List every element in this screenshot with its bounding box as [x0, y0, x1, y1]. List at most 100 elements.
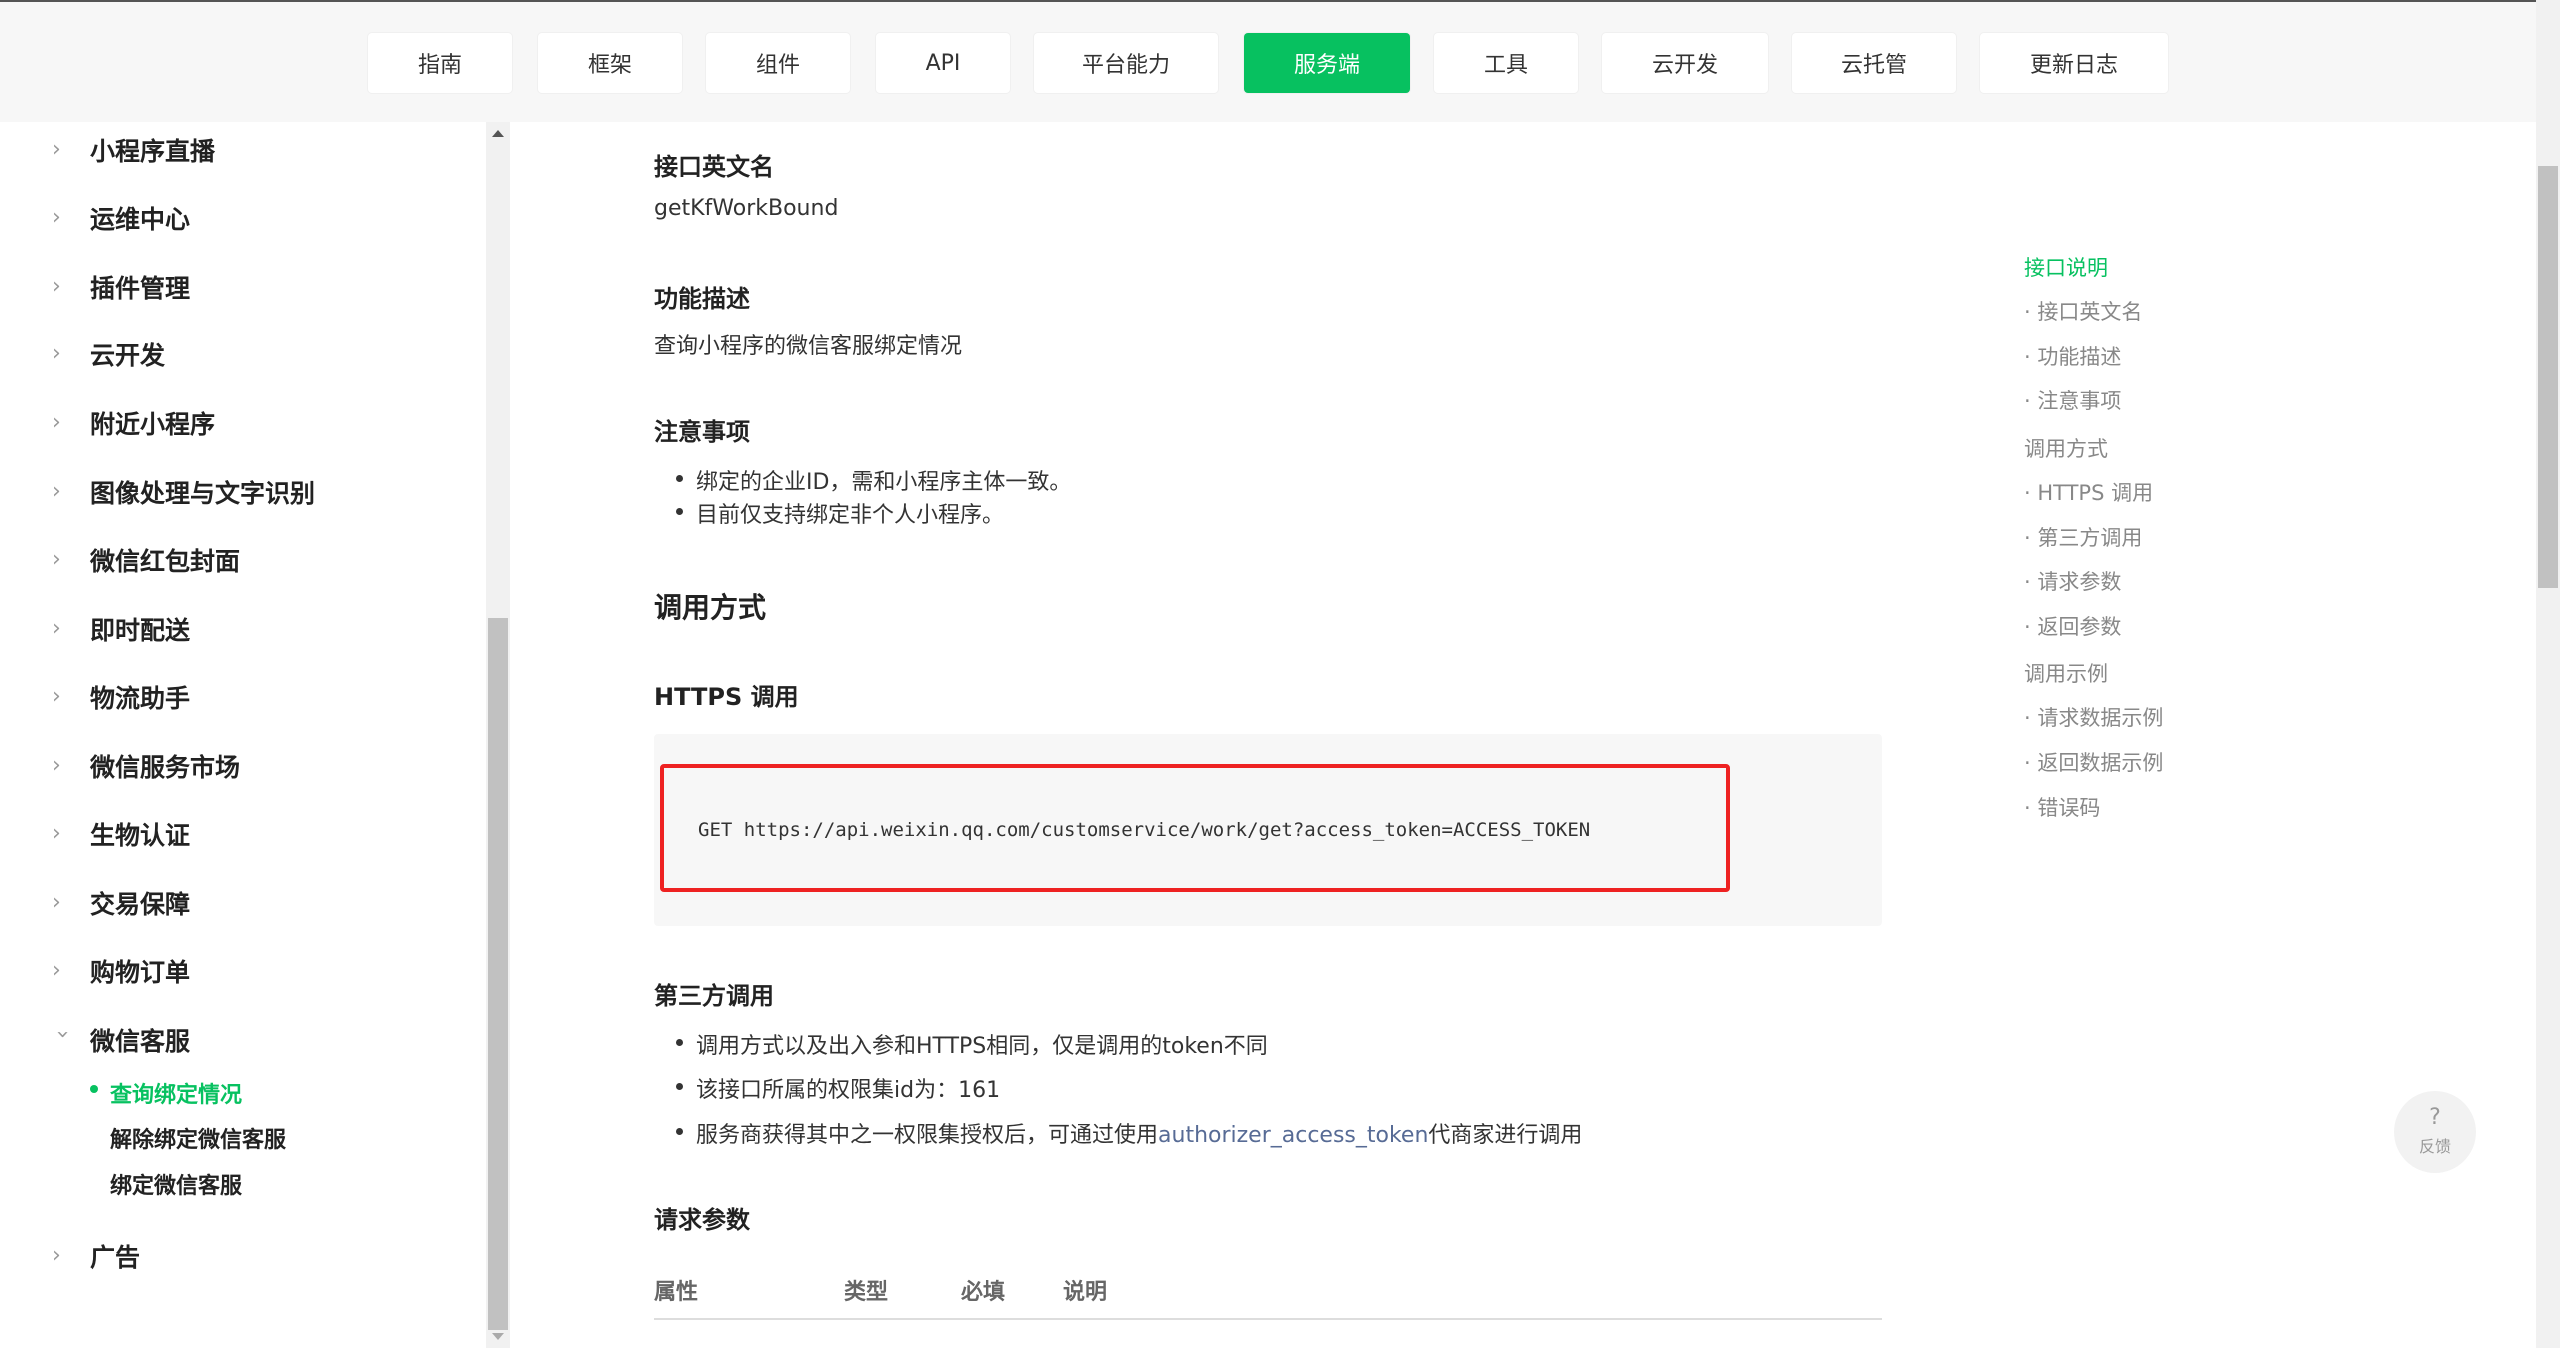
- sidebar-item-label: 生物认证: [90, 821, 191, 850]
- chevron-right-icon: ›: [52, 821, 61, 846]
- main-content: 接口英文名 getKfWorkBound 功能描述 查询小程序的微信客服绑定情况…: [510, 122, 1980, 1348]
- sidebar-item-ops[interactable]: › 运维中心: [0, 188, 470, 248]
- chevron-down-icon: ›: [50, 1030, 75, 1039]
- toc-item-desc[interactable]: 功能描述: [2024, 341, 2121, 371]
- sidebar-item-label: 微信红包封面: [90, 547, 241, 576]
- sidebar-item-label: 即时配送: [90, 616, 191, 645]
- toc-item-response-example[interactable]: 返回数据示例: [2024, 747, 2163, 777]
- toc-item-error-codes[interactable]: 错误码: [2024, 792, 2100, 822]
- table-header-type: 类型: [844, 1280, 889, 1305]
- sidebar-scroll-thumb[interactable]: [488, 618, 508, 1330]
- toc-item-examples[interactable]: 调用示例: [2024, 658, 2108, 688]
- chevron-right-icon: ›: [52, 341, 61, 366]
- sidebar-item-label: 云开发: [90, 341, 166, 370]
- table-divider: [654, 1318, 1882, 1320]
- table-header-required: 必填: [961, 1280, 1006, 1305]
- scroll-down-icon[interactable]: [492, 1333, 504, 1340]
- toc-item-api-desc[interactable]: 接口说明: [2024, 252, 2108, 282]
- chevron-right-icon: ›: [52, 890, 61, 915]
- sidebar-subitem-unbind[interactable]: 解除绑定微信客服: [110, 1122, 286, 1154]
- https-heading: HTTPS 调用: [654, 683, 799, 711]
- active-dot-icon: [90, 1085, 98, 1093]
- authorizer-token-link[interactable]: authorizer_access_token: [1158, 1123, 1428, 1148]
- sidebar-item-red-envelope[interactable]: › 微信红包封面: [0, 530, 470, 590]
- sidebar-item-label: 购物订单: [90, 958, 191, 987]
- sidebar-item-label: 附近小程序: [90, 410, 216, 439]
- nav-tab-server[interactable]: 服务端: [1244, 33, 1410, 93]
- sidebar: › 小程序直播 › 运维中心 › 插件管理 › 云开发 › 附近小程序 › 图像处理与文字识…: [0, 122, 486, 1348]
- call-heading: 调用方式: [654, 591, 767, 624]
- toc-item-notes[interactable]: 注意事项: [2024, 385, 2121, 415]
- desc-heading: 功能描述: [654, 285, 750, 313]
- toc-item-english-name[interactable]: 接口英文名: [2024, 296, 2142, 326]
- sidebar-item-label: 插件管理: [90, 274, 191, 303]
- nav-tab-platform[interactable]: 平台能力: [1034, 33, 1218, 93]
- chevron-right-icon: ›: [52, 684, 61, 709]
- sidebar-item-label: 广告: [90, 1243, 141, 1272]
- sidebar-item-biometric[interactable]: › 生物认证: [0, 804, 470, 864]
- third-party-text: 代商家进行调用: [1428, 1123, 1583, 1148]
- note-item: 目前仅支持绑定非个人小程序。: [675, 497, 1004, 529]
- chevron-right-icon: ›: [52, 205, 61, 230]
- code-block: GET https://api.weixin.qq.com/customserv…: [654, 734, 1882, 926]
- sidebar-item-market[interactable]: › 微信服务市场: [0, 736, 470, 796]
- toc-item-response-params[interactable]: 返回参数: [2024, 611, 2121, 641]
- nav-tab-changelog[interactable]: 更新日志: [1980, 33, 2168, 93]
- chevron-right-icon: ›: [52, 547, 61, 572]
- notes-heading: 注意事项: [654, 418, 750, 446]
- chevron-right-icon: ›: [52, 1243, 61, 1268]
- sidebar-item-live[interactable]: › 小程序直播: [0, 120, 470, 180]
- sidebar-subitem-query-binding[interactable]: 查询绑定情况: [110, 1077, 242, 1109]
- third-party-item: 服务商获得其中之一权限集授权后，可通过使用authorizer_access_t…: [675, 1117, 1583, 1149]
- chevron-right-icon: ›: [52, 616, 61, 641]
- sidebar-item-cloud-dev[interactable]: › 云开发: [0, 324, 470, 384]
- page-scroll-thumb[interactable]: [2538, 166, 2558, 588]
- table-of-contents: 接口说明 接口英文名 功能描述 注意事项 调用方式 HTTPS 调用 第三方调用…: [2020, 122, 2500, 922]
- scroll-up-icon[interactable]: [492, 130, 504, 137]
- nav-tab-framework[interactable]: 框架: [538, 33, 682, 93]
- third-party-heading: 第三方调用: [654, 982, 774, 1010]
- help-icon: ?: [2429, 1105, 2441, 1130]
- sidebar-subitem-bind[interactable]: 绑定微信客服: [110, 1168, 242, 1200]
- nav-tab-api[interactable]: API: [876, 33, 1010, 93]
- feedback-label: 反馈: [2418, 1137, 2451, 1156]
- sidebar-scrollbar[interactable]: [486, 122, 510, 1348]
- nav-tab-components[interactable]: 组件: [706, 33, 850, 93]
- english-name-value: getKfWorkBound: [654, 196, 839, 221]
- note-item: 绑定的企业ID，需和小程序主体一致。: [675, 464, 1071, 496]
- toc-item-request-params[interactable]: 请求参数: [2024, 566, 2121, 596]
- sidebar-item-ads[interactable]: › 广告: [0, 1226, 470, 1286]
- nav-tab-tools[interactable]: 工具: [1434, 33, 1578, 93]
- chevron-right-icon: ›: [52, 274, 61, 299]
- page-scrollbar[interactable]: [2536, 0, 2560, 1348]
- sidebar-item-label: 运维中心: [90, 205, 191, 234]
- sidebar-item-logistics[interactable]: › 物流助手: [0, 667, 470, 727]
- sidebar-item-delivery[interactable]: › 即时配送: [0, 599, 470, 659]
- english-name-heading: 接口英文名: [654, 153, 774, 181]
- toc-item-call[interactable]: 调用方式: [2024, 433, 2108, 463]
- table-header-description: 说明: [1063, 1280, 1108, 1305]
- params-heading: 请求参数: [654, 1206, 750, 1234]
- toc-item-third-party[interactable]: 第三方调用: [2024, 522, 2142, 552]
- feedback-button[interactable]: ? 反馈: [2394, 1091, 2476, 1173]
- nav-tab-cloud-hosting[interactable]: 云托管: [1792, 33, 1956, 93]
- toc-item-https[interactable]: HTTPS 调用: [2024, 477, 2153, 507]
- nav-tab-guide[interactable]: 指南: [368, 33, 512, 93]
- third-party-item: 该接口所属的权限集id为：161: [675, 1072, 1000, 1104]
- sidebar-item-orders[interactable]: › 购物订单: [0, 941, 470, 1001]
- sidebar-item-label: 物流助手: [90, 684, 191, 713]
- sidebar-item-ocr[interactable]: › 图像处理与文字识别: [0, 462, 470, 522]
- sidebar-item-trade[interactable]: › 交易保障: [0, 873, 470, 933]
- sidebar-item-customer-service[interactable]: › 微信客服: [0, 1010, 470, 1070]
- chevron-right-icon: ›: [52, 137, 61, 162]
- sidebar-item-label: 交易保障: [90, 890, 191, 919]
- chevron-right-icon: ›: [52, 958, 61, 983]
- https-request-code: GET https://api.weixin.qq.com/customserv…: [698, 819, 1591, 841]
- toc-item-request-example[interactable]: 请求数据示例: [2024, 702, 2163, 732]
- top-nav: 指南 框架 组件 API 平台能力 服务端 工具 云开发 云托管 更新日志: [0, 0, 2560, 122]
- nav-tab-cloud-dev[interactable]: 云开发: [1602, 33, 1768, 93]
- chevron-right-icon: ›: [52, 479, 61, 504]
- sidebar-item-plugins[interactable]: › 插件管理: [0, 257, 470, 317]
- third-party-text: 服务商获得其中之一权限集授权后，可通过使用: [696, 1123, 1159, 1148]
- sidebar-item-nearby[interactable]: › 附近小程序: [0, 393, 470, 453]
